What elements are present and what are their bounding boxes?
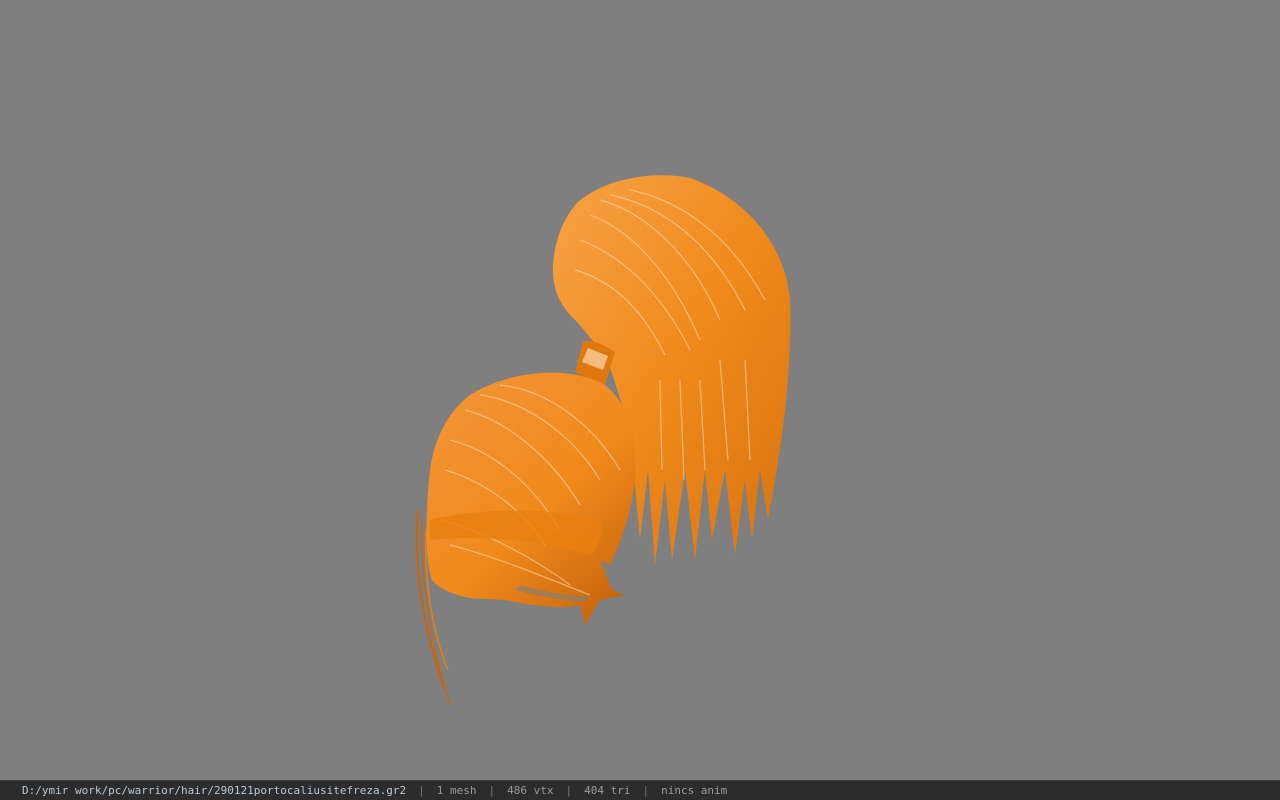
hair-bun	[426, 372, 636, 625]
mesh-count-label: 1 mesh	[436, 784, 477, 797]
separator: |	[488, 784, 496, 797]
status-bar: D:/ymir work/pc/warrior/hair/290121porto…	[0, 780, 1280, 800]
hair-model-render	[415, 175, 791, 706]
animation-status-label: nincs anim	[661, 784, 728, 797]
vertex-count-label: 486 vtx	[507, 784, 554, 797]
3d-viewport[interactable]	[0, 0, 1280, 780]
triangle-count-label: 404 tri	[584, 784, 631, 797]
file-path-label: D:/ymir work/pc/warrior/hair/290121porto…	[22, 784, 407, 797]
separator: |	[418, 784, 425, 797]
separator: |	[642, 784, 650, 797]
separator: |	[565, 784, 573, 797]
